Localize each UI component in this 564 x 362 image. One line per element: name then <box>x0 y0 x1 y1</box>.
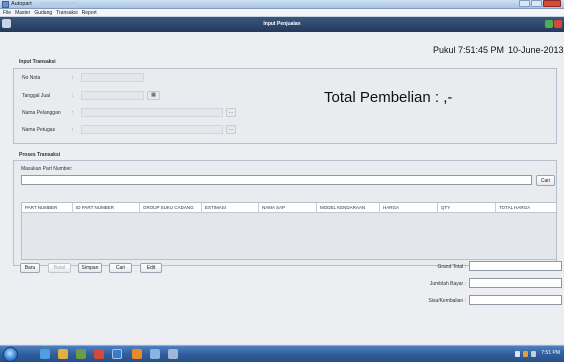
app-icon[interactable] <box>94 349 104 359</box>
total-pembelian: Total Pembelian : ,- <box>324 89 453 106</box>
search-part-button[interactable]: Cari <box>536 175 555 186</box>
frame-title-bar: Input Penjualan <box>0 17 564 32</box>
colon: : <box>72 127 74 133</box>
cancel-button[interactable]: Batal <box>48 263 71 273</box>
title-extra <box>38 2 78 7</box>
window-icon[interactable] <box>168 349 178 359</box>
column-header[interactable]: QTY <box>438 203 496 213</box>
column-header[interactable]: HARGA <box>380 203 438 213</box>
grand-total-label: Grand Total : <box>437 264 466 270</box>
media-icon[interactable] <box>76 349 86 359</box>
part-number-input[interactable] <box>21 175 532 185</box>
label-nama-petugas: Nama Petugas <box>22 127 56 133</box>
close-button[interactable] <box>543 0 561 7</box>
speaker-icon[interactable] <box>531 351 536 357</box>
maximize-button[interactable] <box>531 0 542 7</box>
netbeans-icon[interactable] <box>150 349 160 359</box>
table-header: PART NUMBER ID PART NUMBER GROUP SUKU CA… <box>22 203 556 213</box>
column-header[interactable]: MODEL KENDARAAN <box>317 203 380 213</box>
search-button[interactable]: Cari <box>109 263 132 273</box>
column-header[interactable]: NAMA SAP <box>259 203 317 213</box>
label-nama-pelanggan: Nama Pelanggan <box>22 110 61 116</box>
column-header[interactable]: PART NUMBER <box>22 203 73 213</box>
word-icon[interactable] <box>112 349 122 359</box>
menu-gudang[interactable]: Gudang <box>34 10 52 16</box>
calendar-button[interactable]: ▦ <box>147 91 160 100</box>
network-icon[interactable] <box>515 351 520 357</box>
no-nota-field[interactable] <box>81 73 144 82</box>
column-header[interactable]: GROUP SUKU CADANG <box>140 203 202 213</box>
frame-title: Input Penjualan <box>263 21 301 27</box>
clock-time: Pukul 7:51:45 PM <box>433 45 505 55</box>
colon: : <box>72 75 74 81</box>
input-section-title: Input Transaksi <box>19 59 56 65</box>
minimize-button[interactable] <box>519 0 530 7</box>
process-section-title: Proses Transaksi <box>19 152 61 158</box>
menu-report[interactable]: Report <box>82 10 97 16</box>
sisa-kembalian-field[interactable] <box>469 295 562 305</box>
nama-petugas-field[interactable] <box>81 125 223 134</box>
flag-icon[interactable] <box>523 351 528 357</box>
tanggal-jual-field[interactable] <box>81 91 144 100</box>
label-no-nota: No Nota <box>22 75 41 81</box>
calendar-icon: ▦ <box>151 92 156 98</box>
ie-icon[interactable] <box>40 349 50 359</box>
folder-icon[interactable] <box>58 349 68 359</box>
java-icon[interactable] <box>132 349 142 359</box>
label-tanggal-jual: Tanggal Jual <box>22 93 51 99</box>
column-header[interactable]: TOTAL HARGA <box>496 203 556 213</box>
start-button[interactable] <box>3 347 18 362</box>
menu-file[interactable]: File <box>3 10 11 16</box>
jumlah-bayar-field[interactable] <box>469 278 562 288</box>
frame-maximize-button[interactable] <box>545 20 553 28</box>
colon: : <box>72 110 74 116</box>
jumlah-bayar-label: Jumblah Bayar : <box>429 281 466 287</box>
app-title-bar: Autopart <box>0 0 564 9</box>
menu-master[interactable]: Master <box>15 10 30 16</box>
frame-close-button[interactable] <box>554 20 562 28</box>
column-header[interactable]: ESTIMASI <box>202 203 259 213</box>
sisa-kembalian-label: Sisa/Kembalian : <box>428 298 466 304</box>
app-icon <box>2 1 9 8</box>
column-header[interactable]: ID PART NUMBER <box>73 203 140 213</box>
taskbar-clock[interactable]: 7:51 PM <box>541 350 560 356</box>
part-number-label: Masukan Part Number: <box>21 166 73 172</box>
colon: : <box>72 93 74 99</box>
grand-total-field[interactable] <box>469 261 562 271</box>
menu-bar: File Master Gudang Transaksi Report <box>0 9 564 17</box>
menu-transaksi[interactable]: Transaksi <box>56 10 78 16</box>
edit-button[interactable]: Edit <box>140 263 162 273</box>
new-button[interactable]: Baru <box>20 263 40 273</box>
transaction-table: PART NUMBER ID PART NUMBER GROUP SUKU CA… <box>21 202 557 260</box>
nama-pelanggan-field[interactable] <box>81 108 223 117</box>
browse-petugas-button[interactable]: ... <box>226 125 236 134</box>
clock-date: 10-June-2013 <box>508 45 564 55</box>
app-title: Autopart <box>11 1 32 7</box>
save-button[interactable]: Simpan <box>78 263 102 273</box>
taskbar: 7:51 PM <box>0 345 564 362</box>
browse-pelanggan-button[interactable]: ... <box>226 108 236 117</box>
